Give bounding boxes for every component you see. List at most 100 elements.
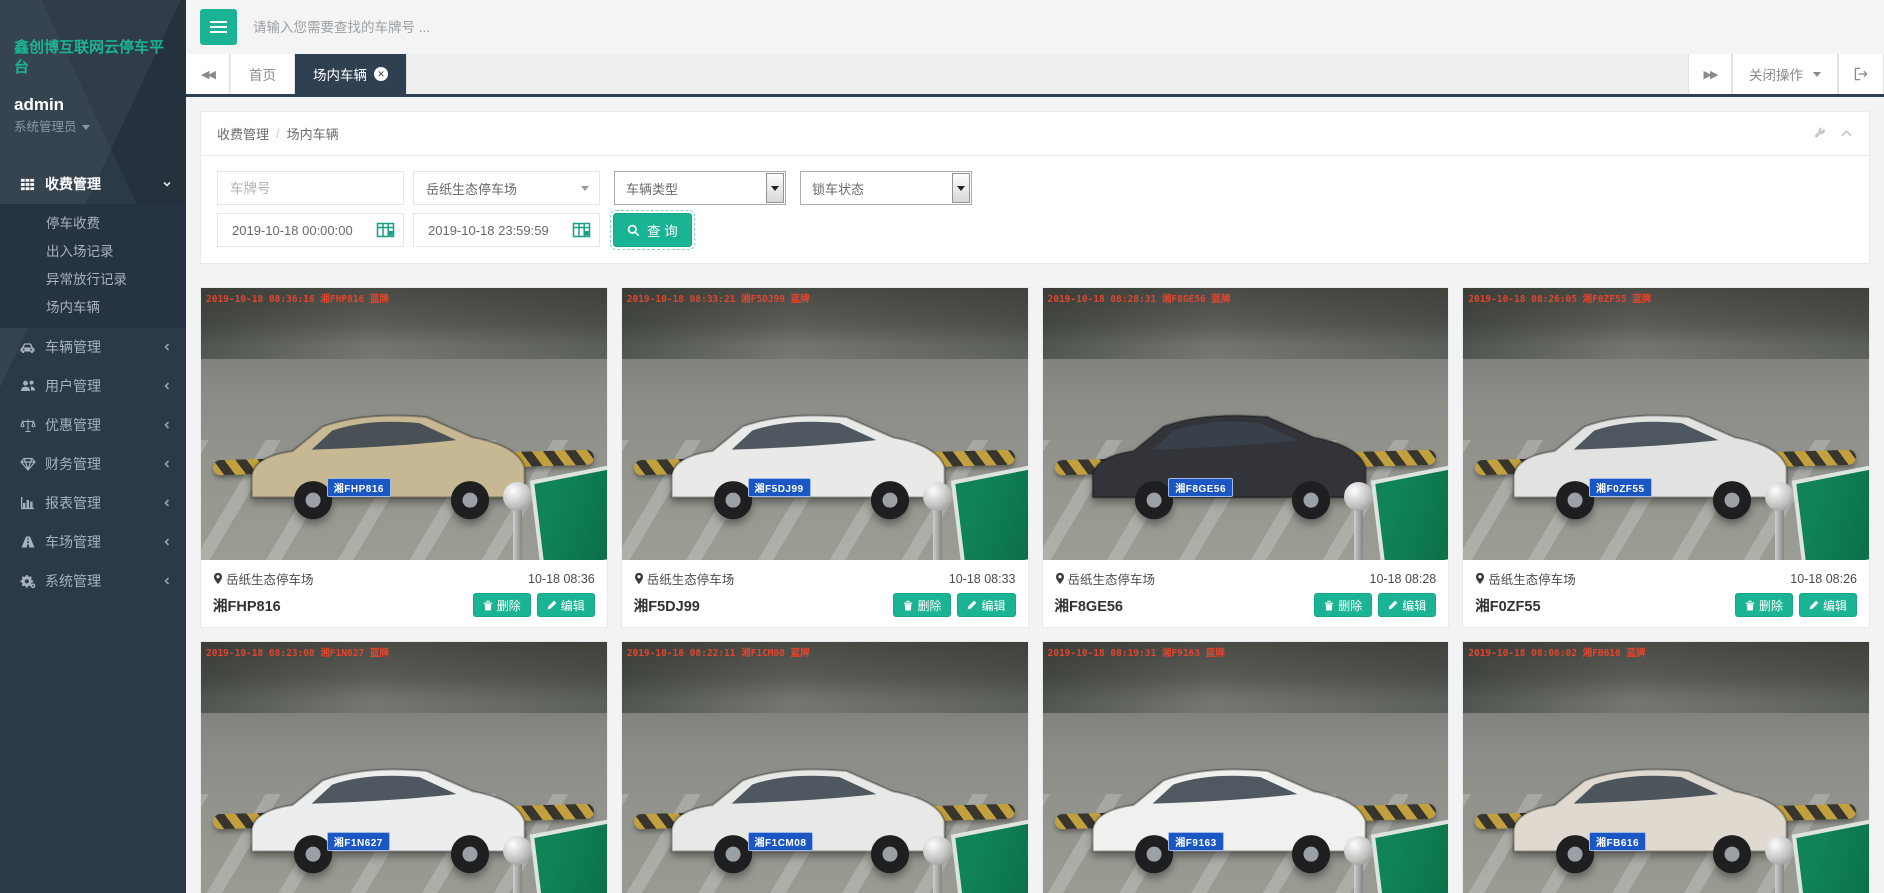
query-button[interactable]: 查 询 (613, 213, 692, 247)
bollard-post (933, 862, 942, 893)
trash-icon (1745, 600, 1755, 611)
bollard-post (1354, 508, 1363, 560)
sidebar-item-parkinglot-management[interactable]: 车场管理 (0, 523, 186, 562)
edit-button[interactable]: 编辑 (957, 593, 1015, 617)
filter-panel: 收费管理 / 场内车辆 岳纸生态停车场 车辆类型 (200, 111, 1870, 264)
tabs-scroll-right-button[interactable]: ▶▶ (1688, 54, 1732, 94)
scale-icon (19, 418, 36, 433)
vehicle-card: 2019-10-18 08:33:21 湘F5DJ99 蓝牌 湘F5DJ99 岳… (621, 287, 1029, 628)
sidebar-item-entry-exit-records[interactable]: 出入场记录 (0, 238, 186, 266)
vehicle-photo[interactable]: 2019-10-18 08:06:02 湘FB616 蓝牌 湘FB616 (1463, 642, 1869, 893)
vehicle-photo[interactable]: 2019-10-18 08:23:08 湘F1N627 蓝牌 湘F1N627 (201, 642, 607, 893)
date-to-input[interactable]: 2019-10-18 23:59:59 (413, 213, 600, 247)
pencil-icon (1388, 600, 1398, 610)
plate-search-input[interactable] (253, 20, 773, 35)
trash-icon (483, 600, 493, 611)
car-silhouette (1079, 745, 1379, 881)
bar-chart-icon (19, 496, 36, 510)
vehicle-photo[interactable]: 2019-10-18 08:22:11 湘F1CM08 蓝牌 湘F1CM08 (622, 642, 1028, 893)
vehicle-photo[interactable]: 2019-10-18 08:28:31 湘F8GE56 蓝牌 湘F8GE56 (1043, 288, 1449, 560)
vehicle-card: 2019-10-18 08:36:16 湘FHP816 蓝牌 湘FHP816 岳… (200, 287, 608, 628)
close-operations-dropdown[interactable]: 关闭操作 (1732, 54, 1838, 94)
diamond-icon (19, 457, 36, 471)
lock-status-select[interactable]: 锁车状态 (800, 171, 972, 205)
plate-filter-input[interactable] (217, 171, 404, 205)
sidebar-toggle-button[interactable] (200, 9, 237, 45)
sidebar-item-abnormal-release-records[interactable]: 异常放行记录 (0, 266, 186, 294)
vehicle-photo[interactable]: 2019-10-18 08:26:05 湘F0ZF55 蓝牌 湘F0ZF55 (1463, 288, 1869, 560)
sidebar-item-charge-management[interactable]: 收费管理 (0, 165, 186, 204)
chevron-left-icon (162, 537, 172, 547)
card-time: 10-18 08:28 (1370, 572, 1437, 586)
sidebar-item-vehicle-management[interactable]: 车辆管理 (0, 328, 186, 367)
card-plate-number: 湘F8GE56 (1055, 595, 1124, 616)
delete-button[interactable]: 删除 (1314, 593, 1372, 617)
bollard-post (1775, 508, 1784, 560)
vehicle-photo[interactable]: 2019-10-18 08:19:31 湘F9163 蓝牌 湘F9163 (1043, 642, 1449, 893)
select-dropdown-button[interactable] (766, 173, 784, 203)
car-silhouette (238, 745, 538, 881)
trash-icon (903, 600, 913, 611)
card-footer: 岳纸生态停车场 10-18 08:36 湘FHP816 删除 编辑 (201, 560, 607, 627)
tab-vehicles-in-park[interactable]: 场内车辆 ✕ (295, 54, 407, 94)
sidebar-item-finance-management[interactable]: 财务管理 (0, 445, 186, 484)
edit-button[interactable]: 编辑 (537, 593, 595, 617)
user-role-menu[interactable]: 系统管理员 (0, 116, 186, 135)
sidebar-item-system-management[interactable]: 系统管理 (0, 562, 186, 601)
card-time: 10-18 08:26 (1790, 572, 1857, 586)
breadcrumb-section[interactable]: 收费管理 (217, 124, 269, 143)
car-silhouette (1079, 391, 1379, 527)
photo-osd-text: 2019-10-18 08:22:11 湘F1CM08 蓝牌 (627, 645, 1024, 659)
edit-button[interactable]: 编辑 (1799, 593, 1857, 617)
photo-license-plate: 湘F8GE56 (1168, 478, 1233, 497)
photo-license-plate: 湘F1CM08 (748, 832, 814, 851)
green-sign-board (1371, 464, 1448, 560)
photo-osd-text: 2019-10-18 08:28:31 湘F8GE56 蓝牌 (1048, 291, 1445, 305)
wrench-icon[interactable] (1812, 127, 1826, 141)
delete-button[interactable]: 删除 (1735, 593, 1793, 617)
card-location: 岳纸生态停车场 (1055, 569, 1156, 588)
collapse-panel-icon[interactable] (1840, 128, 1853, 139)
card-footer: 岳纸生态停车场 10-18 08:28 湘F8GE56 删除 编辑 (1043, 560, 1449, 627)
delete-button[interactable]: 删除 (473, 593, 531, 617)
logout-icon[interactable] (1838, 54, 1884, 94)
tabs-scroll-left-button[interactable]: ◀◀ (186, 54, 230, 94)
grid-icon (19, 177, 36, 192)
sidebar-item-user-management[interactable]: 用户管理 (0, 367, 186, 406)
delete-button[interactable]: 删除 (893, 593, 951, 617)
vehicle-type-select[interactable]: 车辆类型 (614, 171, 786, 205)
sidebar-item-discount-management[interactable]: 优惠管理 (0, 406, 186, 445)
tab-home[interactable]: 首页 (231, 54, 295, 94)
breadcrumb: 收费管理 / 场内车辆 (201, 112, 1869, 155)
car-silhouette (1500, 391, 1800, 527)
vehicle-photo[interactable]: 2019-10-18 08:36:16 湘FHP816 蓝牌 湘FHP816 (201, 288, 607, 560)
select-dropdown-button[interactable] (952, 173, 970, 203)
card-location: 岳纸生态停车场 (213, 569, 314, 588)
photo-osd-text: 2019-10-18 08:19:31 湘F9163 蓝牌 (1048, 645, 1445, 659)
park-select[interactable]: 岳纸生态停车场 (413, 171, 600, 205)
calendar-icon[interactable] (572, 222, 591, 238)
top-search-bar (186, 0, 1884, 54)
card-plate-number: 湘F5DJ99 (634, 595, 700, 616)
caret-down-icon (581, 186, 589, 191)
edit-button[interactable]: 编辑 (1378, 593, 1436, 617)
sidebar-item-report-management[interactable]: 报表管理 (0, 484, 186, 523)
sidebar-item-parking-charge[interactable]: 停车收费 (0, 210, 186, 238)
photo-osd-text: 2019-10-18 08:36:16 湘FHP816 蓝牌 (206, 291, 603, 305)
car-silhouette (1500, 745, 1800, 881)
bollard-post (513, 508, 522, 560)
search-icon (627, 224, 640, 237)
calendar-icon[interactable] (376, 222, 395, 238)
caret-down-icon (82, 125, 90, 130)
cards-grid: 2019-10-18 08:36:16 湘FHP816 蓝牌 湘FHP816 岳… (200, 287, 1870, 893)
vehicle-photo[interactable]: 2019-10-18 08:33:21 湘F5DJ99 蓝牌 湘F5DJ99 (622, 288, 1028, 560)
card-time: 10-18 08:33 (949, 572, 1016, 586)
date-from-input[interactable]: 2019-10-18 00:00:00 (217, 213, 404, 247)
user-name: admin (0, 89, 186, 116)
photo-license-plate: 湘F1N627 (327, 832, 390, 851)
sidebar-item-vehicles-in-park[interactable]: 场内车辆 (0, 294, 186, 322)
tab-close-icon[interactable]: ✕ (374, 67, 388, 81)
trash-icon (1324, 600, 1334, 611)
chevron-left-icon (162, 576, 172, 586)
green-sign-board (950, 464, 1027, 560)
